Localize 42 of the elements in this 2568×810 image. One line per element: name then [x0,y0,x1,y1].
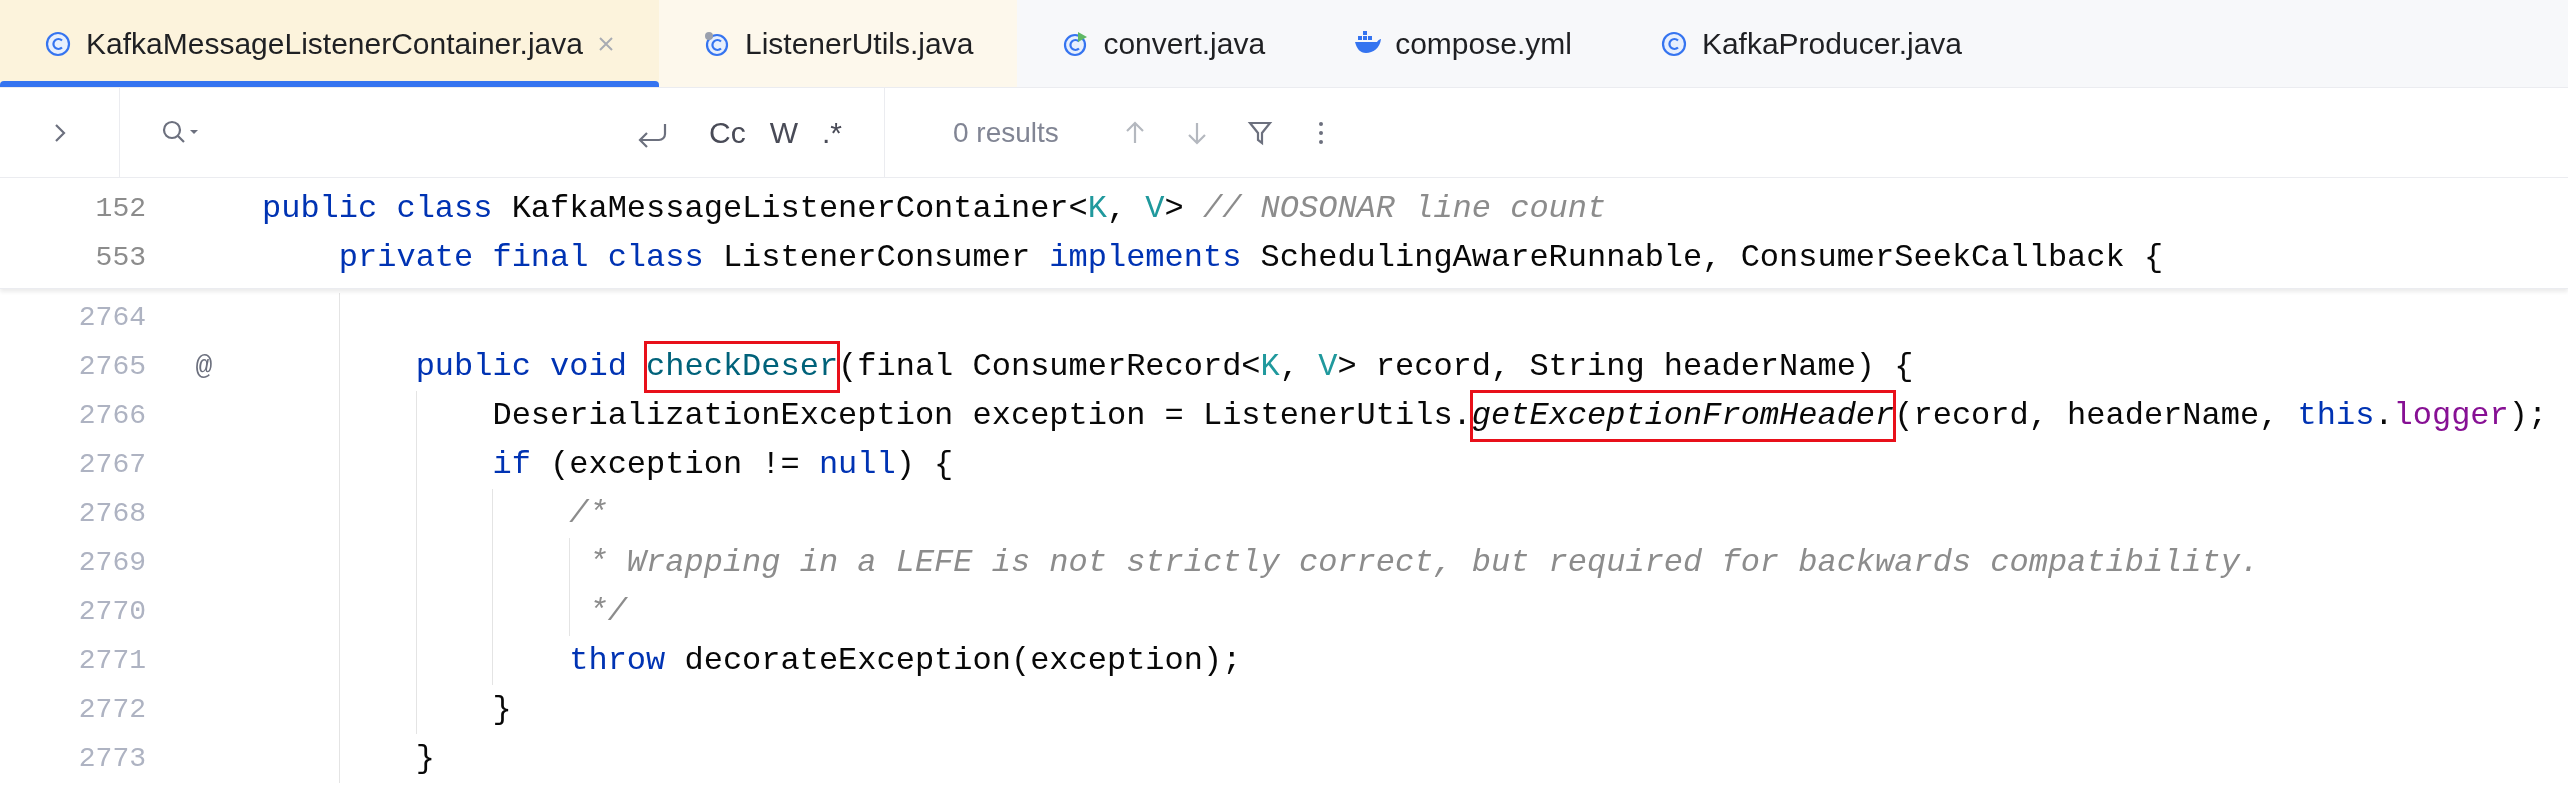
code-text: DeserializationException exception = ListenerUtils. [491,395,1472,436]
editor-tab[interactable]: compose.yml [1309,0,1616,87]
code-text: (record, headerName, this.logger); [1894,395,2548,436]
editor-tab[interactable]: KafkaMessageListenerContainer.java [0,0,659,87]
code-line: /* [568,493,608,534]
search-field[interactable]: Cc W .* [120,88,885,177]
editor-tab[interactable]: ListenerUtils.java [658,0,1018,87]
code-line: } [414,738,435,779]
editor-tab[interactable]: convert.java [1017,0,1310,87]
close-icon[interactable] [596,34,615,53]
line-number: 2771 [77,643,146,678]
code-line: } [491,689,512,730]
line-number: 553 [94,240,146,275]
line-number: 2770 [77,594,146,629]
result-count: 0 results [953,115,1059,150]
code-text: public void [414,346,628,387]
code-line: throw decorateException(exception); [568,640,1242,681]
code-line: * Wrapping in a LEFE is not strictly correct, but required for backwards compatibility. [587,542,2260,583]
line-number: 2769 [77,545,146,580]
code-line: */ [587,591,627,632]
search-option-toggle[interactable]: .* [810,110,854,155]
line-number: 2773 [77,741,146,776]
search-option-toggle[interactable]: W [757,110,810,155]
search-option-toggle[interactable]: Cc [697,110,758,155]
code-line: if (exception != null) { [491,444,954,485]
line-number: 2764 [77,300,146,335]
class-icon [1659,29,1688,58]
code-text: (final ConsumerRecord<K, V> record, String headerName) { [838,346,1914,387]
line-number: 2765 [77,349,146,384]
highlighted-code: checkDeser [646,342,839,391]
editor-tab[interactable]: KafkaProducer.java [1615,0,2007,87]
line-number: 2767 [77,447,146,482]
class-icon [702,29,731,58]
class-icon [44,29,72,58]
code-line: public class KafkaMessageListenerContainer<K, V> // NOSONAR line count [262,188,1607,229]
line-number: 2766 [77,398,146,433]
highlighted-code: getExceptionFromHeader [1471,391,1895,440]
line-number: 2772 [77,692,146,727]
line-number: 152 [94,191,146,226]
line-number: 2768 [77,496,146,531]
gutter-marker[interactable]: @ [195,345,213,388]
code-line: private final class ListenerConsumer implements SchedulingAwareRunnable, ConsumerSeekCallback { [337,237,2164,278]
